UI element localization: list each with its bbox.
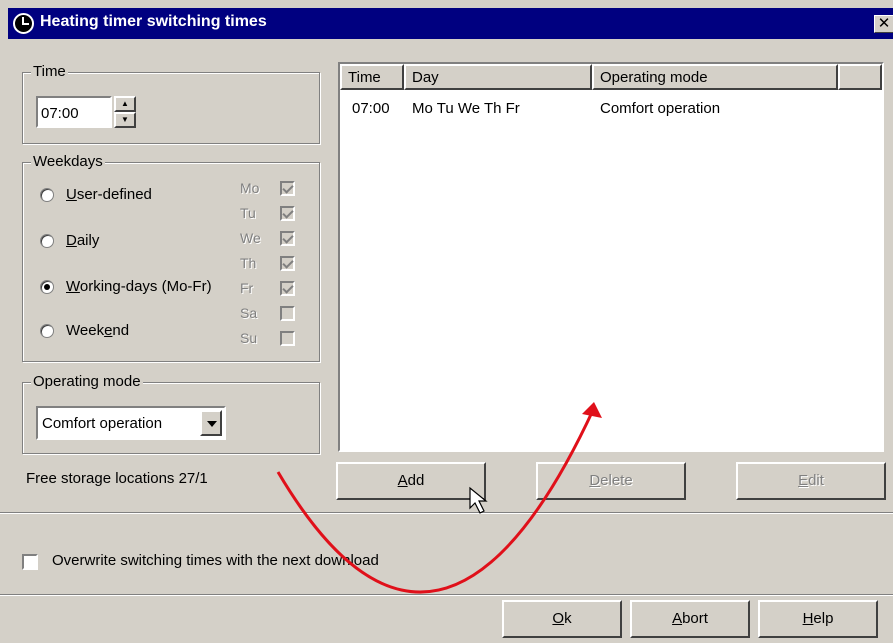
day-label: Fr	[240, 280, 254, 296]
add-button-label: Add	[397, 472, 425, 489]
day-row-we: We	[240, 230, 304, 248]
column-header-time[interactable]: Time	[340, 64, 404, 90]
day-checkbox-th	[280, 256, 295, 271]
day-label: Su	[240, 330, 258, 346]
chevron-down-icon[interactable]	[200, 410, 222, 436]
edit-button[interactable]: Edit	[736, 462, 886, 500]
clock-icon	[13, 13, 34, 34]
day-label: We	[240, 230, 261, 246]
switching-times-list[interactable]: Time Day Operating mode 07:00 Mo Tu We T…	[338, 62, 884, 452]
overwrite-label[interactable]: Overwrite switching times with the next …	[52, 552, 379, 569]
abort-button-label: Abort	[672, 610, 708, 627]
day-label: Tu	[240, 205, 256, 221]
column-header-operating-mode[interactable]: Operating mode	[592, 64, 838, 90]
cell-mode: Comfort operation	[600, 100, 721, 117]
radio-button[interactable]	[40, 234, 54, 248]
day-checkbox-fr	[280, 281, 295, 296]
radio-button[interactable]	[40, 324, 54, 338]
separator	[0, 512, 893, 514]
radio-button[interactable]	[40, 188, 54, 202]
day-row-su: Su	[240, 330, 304, 348]
delete-button-label: Delete	[589, 472, 633, 489]
day-checkbox-we	[280, 231, 295, 246]
day-checkbox-sa	[280, 306, 295, 321]
add-button[interactable]: Add	[336, 462, 486, 500]
day-row-mo: Mo	[240, 180, 304, 198]
overwrite-checkbox[interactable]	[22, 554, 38, 570]
day-label: Sa	[240, 305, 258, 321]
help-button[interactable]: Help	[758, 600, 878, 638]
day-checkbox-su	[280, 331, 295, 346]
ok-button[interactable]: Ok	[502, 600, 622, 638]
operating-mode-select[interactable]: Comfort operation	[36, 406, 226, 440]
cell-day: Mo Tu We Th Fr	[412, 100, 520, 117]
storage-text: Free storage locations 27/1	[26, 470, 208, 487]
delete-button[interactable]: Delete	[536, 462, 686, 500]
cell-time: 07:00	[352, 100, 390, 117]
title-bar[interactable]: Heating timer switching times ✕	[8, 8, 893, 39]
radio-label: Weekend	[66, 322, 130, 339]
day-checkbox-tu	[280, 206, 295, 221]
dialog-window: Heating timer switching times ✕ Time 07:…	[0, 0, 893, 643]
radio-label: Working-days (Mo-Fr)	[66, 278, 212, 295]
time-input[interactable]: 07:00	[36, 96, 112, 128]
edit-button-label: Edit	[798, 472, 824, 489]
ok-button-label: Ok	[552, 610, 572, 627]
operating-mode-value: Comfort operation	[42, 415, 163, 432]
day-checkbox-mo	[280, 181, 295, 196]
day-label: Mo	[240, 180, 260, 196]
radio-button-checked[interactable]	[40, 280, 54, 294]
spin-down-button[interactable]: ▼	[114, 112, 136, 128]
column-header-blank[interactable]	[838, 64, 882, 90]
day-row-tu: Tu	[240, 205, 304, 223]
help-button-label: Help	[802, 610, 834, 627]
day-row-sa: Sa	[240, 305, 304, 323]
separator	[0, 594, 893, 596]
day-label: Th	[240, 255, 257, 271]
radio-label: User-defined	[66, 186, 152, 203]
day-row-th: Th	[240, 255, 304, 273]
time-group-legend: Time	[31, 63, 68, 80]
close-button[interactable]: ✕	[874, 15, 893, 33]
weekdays-group-legend: Weekdays	[31, 153, 105, 170]
day-row-fr: Fr	[240, 280, 304, 298]
column-header-day[interactable]: Day	[404, 64, 592, 90]
radio-label: Daily	[66, 232, 100, 249]
abort-button[interactable]: Abort	[630, 600, 750, 638]
spin-up-button[interactable]: ▲	[114, 96, 136, 112]
operating-mode-legend: Operating mode	[31, 373, 143, 390]
window-title: Heating timer switching times	[40, 13, 267, 30]
